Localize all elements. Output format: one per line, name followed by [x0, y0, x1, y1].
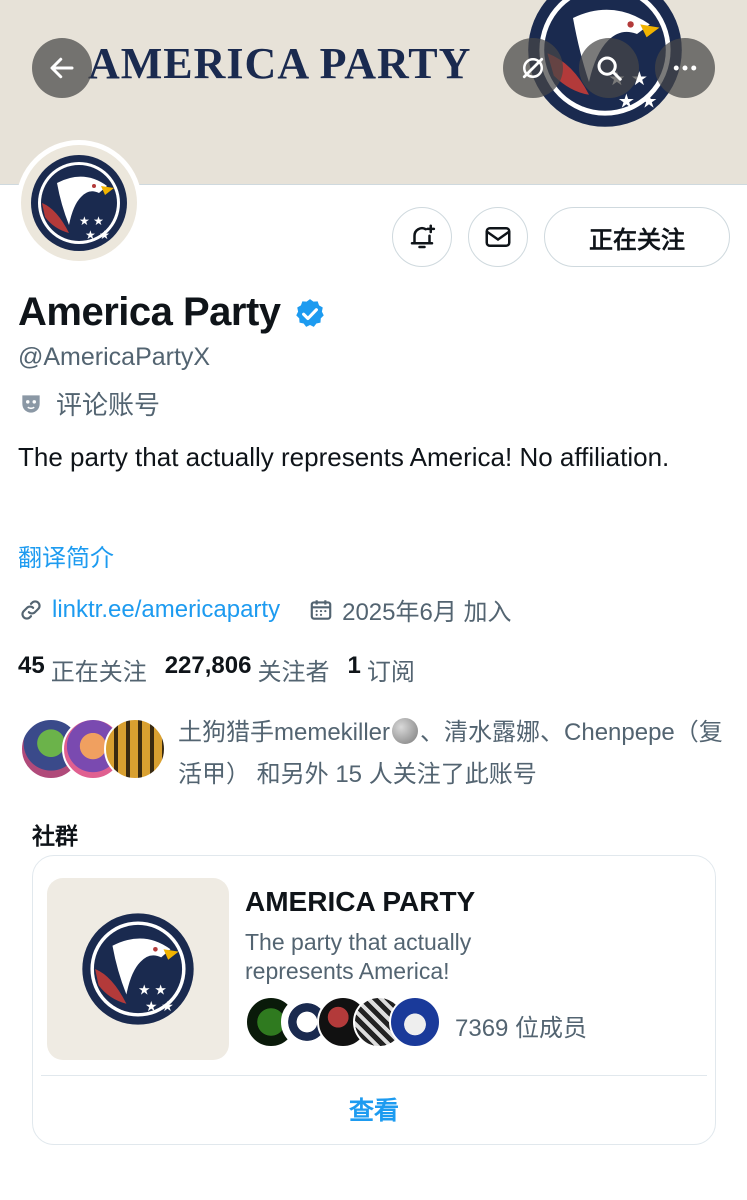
profile-link[interactable]: linktr.ee/americaparty — [52, 596, 280, 624]
known-follower-text-1: 土狗猎手memekiller — [178, 719, 391, 746]
moon-emoji-icon — [392, 718, 419, 744]
search-icon — [597, 56, 622, 81]
eagle-logo-icon: ★ ★ ★ ★ — [31, 155, 127, 251]
verified-badge-icon[interactable] — [293, 297, 327, 331]
more-button[interactable] — [655, 38, 715, 98]
profile-meta: linktr.ee/americaparty 2025年6月 加入 — [18, 592, 512, 627]
calendar-icon — [310, 599, 332, 620]
subscriptions-count: 1 — [347, 652, 361, 679]
community-section-title: 社群 — [32, 823, 78, 849]
svg-text:★ ★: ★ ★ — [79, 214, 104, 228]
view-community-button[interactable]: 查看 — [33, 1091, 715, 1127]
more-icon — [673, 65, 697, 71]
notify-button[interactable] — [392, 207, 452, 267]
followers-you-know-text: 土狗猎手memekiller 、清水露娜、Chenpepe（复活甲） 和另外 15… — [178, 712, 738, 796]
back-arrow-icon — [50, 57, 74, 79]
avatar — [104, 718, 166, 780]
back-button[interactable] — [32, 38, 92, 98]
followers-stat[interactable]: 227,806 关注者 — [165, 652, 330, 687]
bell-plus-icon — [410, 224, 436, 249]
community-members: 7369 位成员 — [245, 996, 705, 1048]
profile-name: America Party — [18, 290, 281, 334]
community-description: The party that actually represents Ameri… — [245, 929, 472, 984]
profile-stats: 45 正在关注 227,806 关注者 1 订阅 — [18, 652, 433, 687]
translate-bio-link[interactable]: 翻译简介 — [18, 538, 114, 573]
community-image: ★ ★ ★ ★ — [47, 878, 229, 1060]
profile-bio: The party that actually represents Ameri… — [18, 442, 670, 472]
joined-date: 2025年6月 加入 — [342, 599, 512, 626]
svg-text:★ ★: ★ ★ — [85, 228, 110, 242]
subscriptions-stat[interactable]: 1 订阅 — [347, 652, 414, 687]
community-card[interactable]: ★ ★ ★ ★ AMERICA PARTY The party that act… — [32, 855, 716, 1145]
community-member-count: 7369 位成员 — [455, 1015, 588, 1042]
following-button[interactable]: 正在关注 — [544, 207, 730, 267]
search-button[interactable] — [579, 38, 639, 98]
avatar — [389, 996, 441, 1048]
envelope-icon — [485, 227, 511, 247]
svg-text:★ ★: ★ ★ — [145, 998, 174, 1014]
divider — [41, 1075, 707, 1076]
following-label: 正在关注 — [50, 659, 147, 686]
profile-avatar[interactable]: ★ ★ ★ ★ — [16, 140, 142, 266]
following-stat[interactable]: 45 正在关注 — [18, 652, 147, 687]
profile-handle: @AmericaPartyX — [18, 343, 211, 371]
account-label-text: 评论账号 — [56, 390, 161, 420]
link-icon — [21, 599, 41, 620]
followers-you-know[interactable]: 土狗猎手memekiller 、清水露娜、Chenpepe（复活甲） 和另外 15… — [20, 712, 740, 792]
followers-label: 关注者 — [257, 659, 330, 686]
eagle-logo-icon: ★ ★ ★ ★ — [82, 913, 194, 1025]
grok-button[interactable] — [503, 38, 563, 98]
message-button[interactable] — [468, 207, 528, 267]
svg-text:★ ★: ★ ★ — [618, 92, 658, 113]
account-label: 评论账号 — [18, 385, 160, 422]
followers-count: 227,806 — [164, 652, 252, 679]
subscriptions-label: 订阅 — [366, 659, 415, 686]
profile-name-row: America Party — [18, 290, 327, 335]
grok-icon — [522, 57, 544, 79]
banner-text: AMERICA PARTY — [88, 39, 472, 88]
svg-text:★ ★: ★ ★ — [138, 982, 167, 998]
follower-avatars — [20, 718, 170, 782]
community-name: AMERICA PARTY — [245, 886, 476, 917]
following-count: 45 — [18, 652, 45, 679]
mask-icon — [22, 394, 40, 413]
